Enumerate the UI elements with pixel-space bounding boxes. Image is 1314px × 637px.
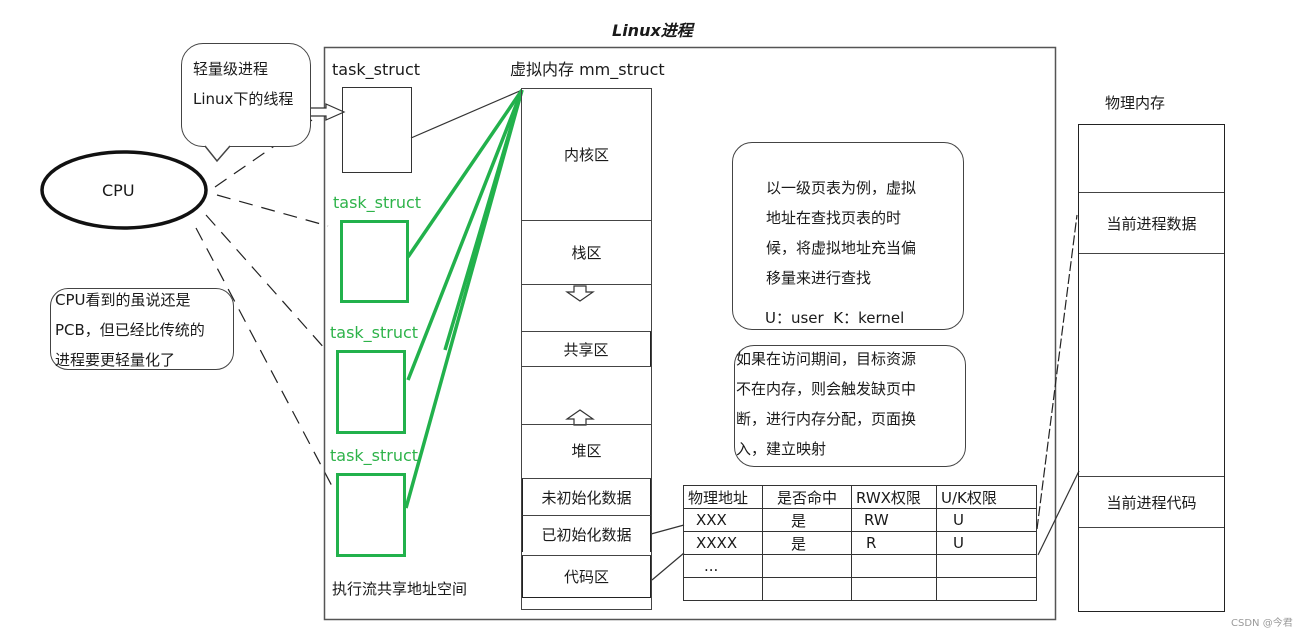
table-cell (851, 554, 937, 578)
task-struct-thread-box-3[interactable] (336, 473, 406, 557)
table-cell (762, 554, 852, 578)
note-line: 入，建立映射 (736, 440, 827, 458)
table-cell (936, 554, 1037, 578)
table-cell: R (851, 531, 937, 555)
note-line: 以一级页表为例，虚拟 (766, 179, 917, 197)
note-line: 地址在查找页表的时 (766, 209, 902, 227)
phys-segment[interactable] (1079, 253, 1224, 477)
table-cell: 是 (762, 531, 852, 555)
region-label: 代码区 (563, 568, 609, 586)
region-label: 栈区 (571, 244, 602, 262)
table-cell (936, 577, 1037, 601)
page-table-note: 以一级页表为例，虚拟 地址在查找页表的时 候，将虚拟地址充当偏 移量来进行查找 … (732, 142, 964, 330)
header-cell: 物理地址 (683, 485, 763, 509)
phys-segment[interactable] (1079, 124, 1224, 192)
hollow-arrow (309, 103, 346, 121)
phys-segment-label: 当前进程代码 (1106, 493, 1197, 512)
table-row[interactable]: ... (683, 554, 1037, 578)
header-cell: RWX权限 (851, 485, 937, 509)
region-bss[interactable]: 未初始化数据 (522, 478, 651, 515)
virtual-memory-column: 内核区 栈区 共享区 堆区 未初始化数据 已初始化数据 代码区 (521, 88, 652, 610)
region-label: 未初始化数据 (541, 488, 632, 507)
task-struct-label-thread-2: task_struct (330, 323, 419, 342)
header-cell: 是否命中 (762, 485, 852, 509)
region-label: 已初始化数据 (541, 525, 632, 544)
physical-memory-label: 物理内存 (1105, 94, 1166, 112)
phys-segment-label: 当前进程数据 (1106, 214, 1197, 233)
task-struct-thread-box-1[interactable] (340, 220, 409, 303)
code-to-table-line (651, 552, 685, 581)
region-stack[interactable]: 栈区 (522, 220, 651, 284)
table-cell (683, 577, 763, 601)
table-row[interactable]: XXXX 是 R U (683, 531, 1037, 555)
region-gap-top (522, 284, 651, 331)
note-line: 候，将虚拟地址充当偏 (766, 239, 917, 257)
data-to-table-line (650, 524, 685, 535)
phys-segment-process-code[interactable]: 当前进程代码 (1079, 476, 1224, 527)
watermark: CSDN @今君 (1231, 618, 1293, 629)
table-cell: RW (851, 508, 937, 532)
callout-line: PCB，但已经比传统的 (55, 321, 205, 339)
callout-line: CPU看到的虽说还是 (55, 291, 191, 309)
region-kernel[interactable]: 内核区 (522, 88, 651, 221)
callout-line: Linux下的线程 (193, 90, 294, 108)
phys-segment-process-data[interactable]: 当前进程数据 (1079, 192, 1224, 253)
table-cell: 是 (762, 508, 852, 532)
callout-cpu-view: CPU看到的虽说还是 PCB，但已经比传统的 进程要更轻量化了 (50, 288, 234, 370)
callout-lightweight-process: 轻量级进程 Linux下的线程 (181, 43, 311, 147)
table-cell: XXXX (683, 531, 763, 555)
page-fault-note: 如果在访问期间，目标资源 不在内存，则会触发缺页中 断，进行内存分配，页面换 入… (734, 345, 966, 467)
header-cell: U/K权限 (936, 485, 1037, 509)
region-label: 堆区 (571, 442, 602, 460)
task-struct-main-box[interactable] (342, 87, 412, 173)
note-line: 不在内存，则会触发缺页中 (736, 380, 917, 398)
table-cell: ... (683, 554, 763, 578)
green-link-4 (443, 89, 524, 351)
table-cell: U (936, 531, 1037, 555)
task-struct-label-main: task_struct (332, 60, 421, 79)
region-label: 内核区 (563, 146, 609, 164)
callout-line: 进程要更轻量化了 (55, 351, 176, 369)
region-heap[interactable]: 堆区 (522, 424, 651, 476)
diagram-title: Linux进程 (612, 21, 693, 40)
page-table-header: 物理地址 是否命中 RWX权限 U/K权限 (683, 485, 1037, 509)
region-code[interactable]: 代码区 (522, 555, 651, 598)
region-data[interactable]: 已初始化数据 (522, 515, 651, 552)
phys-segment[interactable] (1079, 527, 1224, 611)
region-gap-mid (522, 366, 651, 424)
page-table: 物理地址 是否命中 RWX权限 U/K权限 XXX 是 RW U XXXX 是 … (683, 485, 1037, 601)
note-line: 移量来进行查找 (766, 269, 872, 287)
task-struct-label-thread-3: task_struct (330, 446, 419, 465)
callout-tail (204, 144, 231, 163)
table-cell (851, 577, 937, 601)
task-struct-label-thread-1: task_struct (333, 193, 422, 212)
callout-line: 轻量级进程 (193, 60, 269, 78)
region-label: 共享区 (563, 340, 609, 359)
mm-struct-label: 虚拟内存 mm_struct (510, 60, 665, 79)
table-cell: U (936, 508, 1037, 532)
task-struct-thread-box-2[interactable] (336, 350, 406, 434)
table-cell: XXX (683, 508, 763, 532)
cpu-dash-2 (216, 194, 329, 227)
region-shared[interactable]: 共享区 (522, 331, 651, 366)
cpu-label: CPU (102, 181, 135, 200)
shared-address-space-label: 执行流共享地址空间 (332, 580, 468, 598)
table-to-code-line (1037, 470, 1080, 556)
table-row[interactable]: XXX 是 RW U (683, 508, 1037, 532)
table-cell (762, 577, 852, 601)
table-row[interactable] (683, 577, 1037, 601)
note-line: 断，进行内存分配，页面换 (736, 410, 917, 428)
note-line: 如果在访问期间，目标资源 (736, 350, 917, 368)
table-to-data-line (1036, 214, 1078, 530)
physical-memory-column: 当前进程数据 当前进程代码 (1078, 124, 1225, 612)
uk-legend: U：user K：kernel (765, 309, 905, 327)
